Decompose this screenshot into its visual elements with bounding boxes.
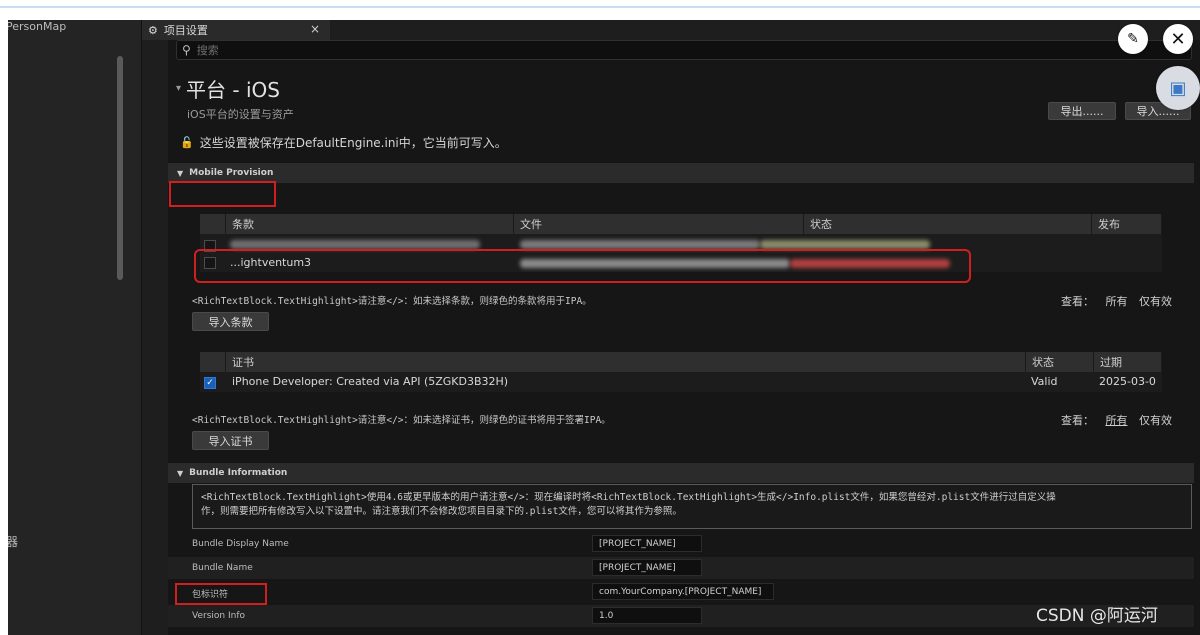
search-placeholder: 搜索 [196, 44, 219, 57]
section-title: Mobile Provision [189, 168, 274, 178]
redacted-text [230, 240, 480, 249]
search-icon: ⚲ [182, 43, 191, 57]
view-label: 查看： [1061, 295, 1094, 308]
column-header[interactable]: 文件 [514, 214, 804, 234]
property-value-input[interactable]: com.YourCompany.[PROJECT_NAME] [592, 583, 774, 600]
close-tab-icon[interactable]: × [310, 22, 320, 36]
highlight-box-provision-row [194, 249, 971, 283]
page-title: ▾ 平台 - iOS [176, 74, 280, 103]
edit-icon[interactable]: ✎ [1118, 24, 1148, 54]
view-label: 查看： [1061, 414, 1094, 427]
section-bundle-information[interactable]: ▼ Bundle Information [168, 463, 1194, 483]
column-header[interactable]: 条款 [226, 214, 514, 234]
column-header[interactable]: 证书 [226, 352, 1026, 372]
property-row-bundle-display-name: Bundle Display Name [PROJECT_NAME] [168, 533, 1194, 555]
view-valid-link[interactable]: 仅有效 [1139, 295, 1172, 308]
viewer-left-edge [0, 20, 8, 635]
search-input[interactable]: ⚲ 搜索 [176, 40, 1192, 60]
watermark: CSDN @阿运河 [1036, 606, 1158, 626]
section-mobile-provision[interactable]: ▼ Mobile Provision [168, 163, 1194, 183]
left-panel-scrollbar[interactable] [117, 56, 123, 280]
certificate-status: Valid [1031, 375, 1058, 388]
view-all-link[interactable]: 所有 [1106, 414, 1128, 427]
collapse-caret-icon: ▼ [177, 168, 184, 178]
bundle-info-notice: <RichTextBlock.TextHighlight>使用4.6或更早版本的… [192, 484, 1192, 529]
certificate-hint: <RichTextBlock.TextHighlight>请注意</>：如未选择… [192, 415, 611, 426]
viewer-top-border [0, 0, 1200, 8]
property-value-input[interactable]: [PROJECT_NAME] [592, 559, 702, 576]
settings-icon: ⚙ [148, 23, 158, 37]
certificate-name: iPhone Developer: Created via API (5ZGKD… [232, 375, 509, 388]
import-provision-button[interactable]: 导入条款 [192, 312, 269, 331]
provision-hint: <RichTextBlock.TextHighlight>请注意</>：如未选择… [192, 296, 592, 307]
column-header[interactable] [200, 214, 226, 234]
page-subtitle: iOS平台的设置与资产 [187, 108, 294, 121]
highlight-box-bundle-identifier [175, 583, 267, 605]
scan-icon[interactable]: ▣ [1156, 66, 1200, 110]
unlock-icon[interactable]: 🔓 [180, 136, 194, 149]
collapse-caret-icon[interactable]: ▾ [176, 83, 181, 94]
section-title: Bundle Information [189, 468, 288, 478]
column-header[interactable]: 过期 [1094, 352, 1162, 372]
collapse-caret-icon: ▼ [177, 468, 184, 478]
column-header[interactable]: 状态 [804, 214, 1092, 234]
property-label: Bundle Display Name [192, 539, 289, 549]
import-certificate-button[interactable]: 导入证书 [192, 431, 269, 450]
bundle-info-line: 作，则需要把所有修改写入以下设置中。请注意我们不会修改您项目目录下的.plist… [201, 506, 682, 517]
property-value-input[interactable]: [PROJECT_NAME] [592, 535, 702, 552]
export-button[interactable]: 导出...... [1048, 102, 1116, 120]
redacted-text [760, 240, 930, 249]
config-notice-text: 这些设置被保存在DefaultEngine.ini中，它当前可写入。 [199, 136, 507, 150]
certificate-table: 证书 状态 过期 ✓ iPhone Developer: Created via… [200, 352, 1162, 392]
property-row-bundle-name: Bundle Name [PROJECT_NAME] [168, 557, 1194, 579]
certificate-expires: 2025-03-0 [1099, 375, 1156, 388]
property-label: Bundle Name [192, 563, 253, 573]
redacted-text [520, 240, 760, 249]
column-header[interactable]: 发布 [1092, 214, 1162, 234]
bundle-info-line: <RichTextBlock.TextHighlight>使用4.6或更早版本的… [201, 492, 1056, 503]
property-row-bundle-identifier: 包标识符 com.YourCompany.[PROJECT_NAME] [168, 581, 1194, 603]
left-panel-title: PersonMap [6, 20, 67, 33]
tab-label: 项目设置 [163, 24, 208, 37]
provision-view-filter: 查看： 所有 仅有效 [1061, 293, 1172, 309]
certificate-checkbox[interactable]: ✓ [204, 377, 216, 389]
close-icon[interactable]: ✕ [1163, 24, 1193, 54]
view-valid-link[interactable]: 仅有效 [1139, 414, 1172, 427]
certificate-view-filter: 查看： 所有 仅有效 [1061, 412, 1172, 428]
column-header[interactable]: 状态 [1026, 352, 1094, 372]
highlight-box-mobile-provision [169, 181, 276, 207]
column-header[interactable] [200, 352, 226, 372]
view-all-link[interactable]: 所有 [1106, 295, 1128, 308]
left-panel: PersonMap 器 [0, 20, 142, 635]
tab-project-settings[interactable]: ⚙ 项目设置 × [142, 20, 330, 40]
config-notice: 🔓 这些设置被保存在DefaultEngine.ini中，它当前可写入。 [180, 134, 507, 151]
property-value-input[interactable]: 1.0 [592, 607, 702, 624]
page-title-text: 平台 - iOS [186, 78, 280, 102]
property-label: Version Info [192, 611, 245, 621]
